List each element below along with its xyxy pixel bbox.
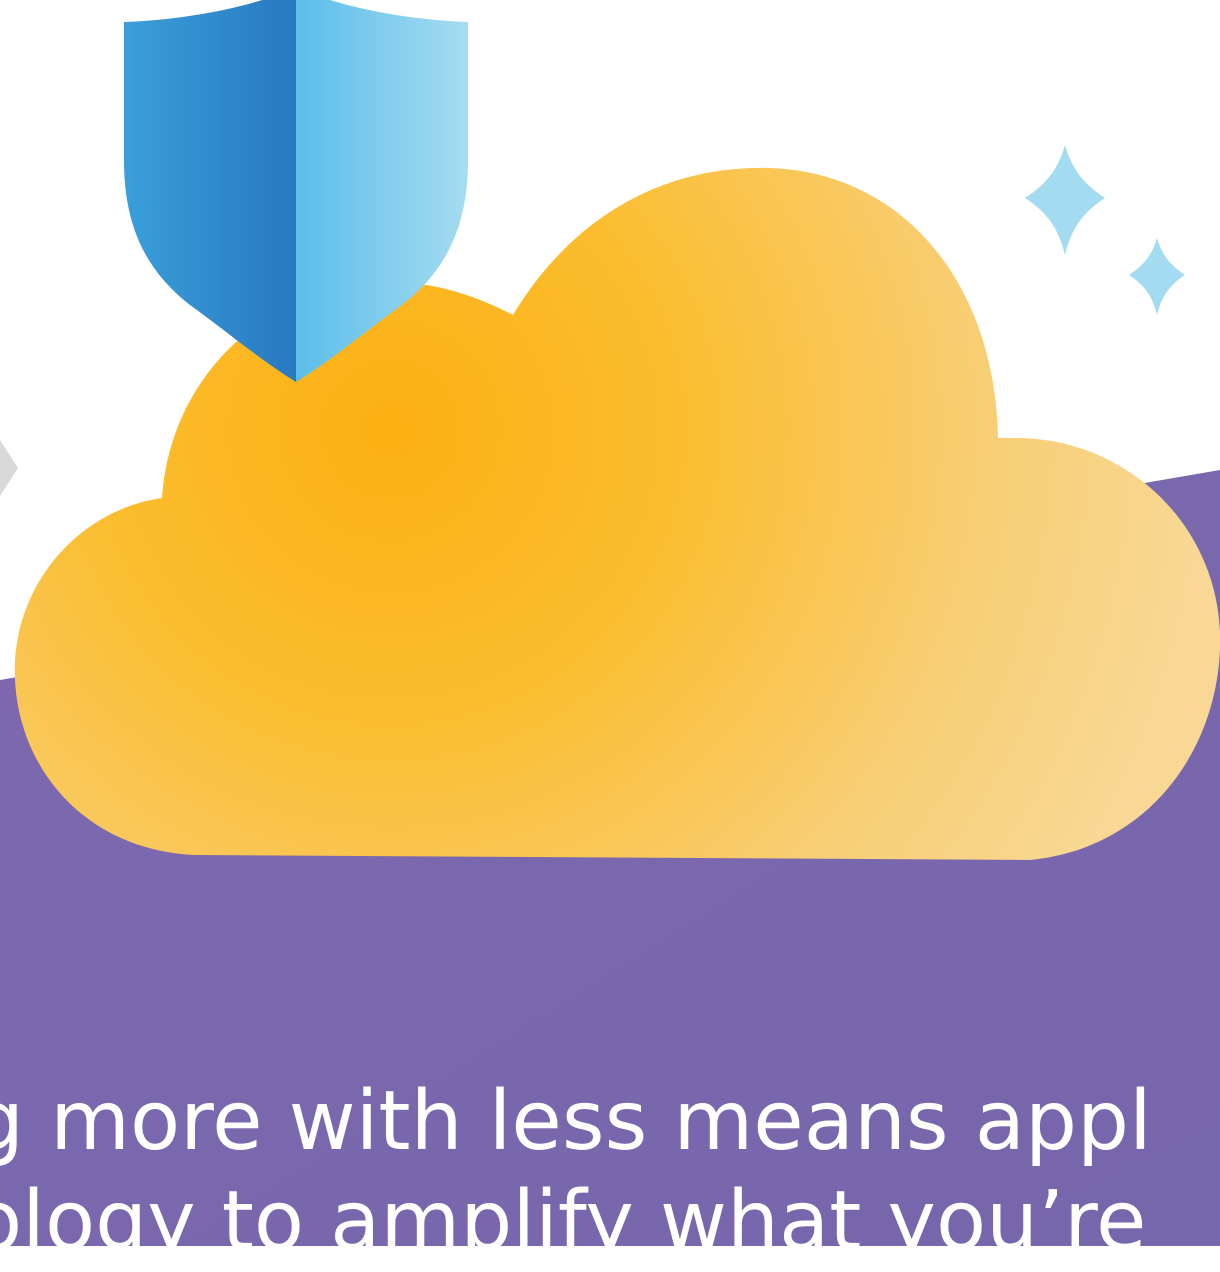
caption-line-2: ology to amplify what you’re xyxy=(0,1174,1147,1269)
arrow-icon xyxy=(0,440,18,496)
illustration xyxy=(0,0,1220,860)
caption-text: g more with less means appl ology to amp… xyxy=(0,1072,1220,1272)
sparkle-icon xyxy=(1025,145,1185,315)
caption-line-1: g more with less means appl xyxy=(0,1074,1152,1169)
